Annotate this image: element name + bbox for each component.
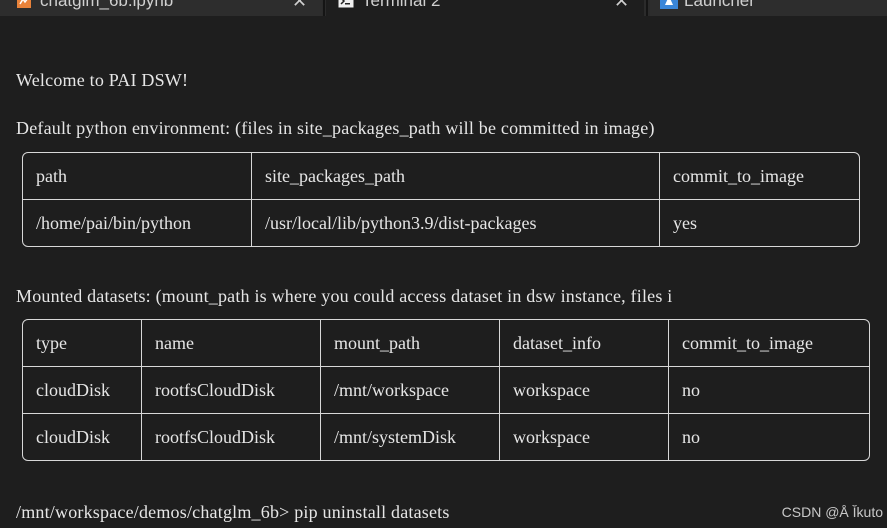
table-header-cell: site_packages_path	[252, 153, 660, 200]
terminal-icon	[338, 0, 354, 9]
table-cell: yes	[673, 212, 697, 233]
table-row: cloudDisk rootfsCloudDisk /mnt/systemDis…	[23, 414, 869, 460]
tab-terminal-2[interactable]: Terminal 2 ✕	[326, 0, 644, 16]
environment-table: path site_packages_path commit_to_image …	[22, 152, 860, 247]
command-line[interactable]: /mnt/workspace/demos/chatglm_6b> pip uni…	[16, 502, 450, 523]
tab-label: Terminal 2	[362, 0, 441, 10]
tab-label: chatglm_6b.ipynb	[40, 0, 174, 10]
welcome-message: Welcome to PAI DSW!	[16, 70, 189, 90]
table-cell: no	[669, 367, 869, 414]
datasets-table: type name mount_path dataset_info commit…	[22, 319, 870, 461]
notebook-icon	[16, 0, 32, 9]
table-cell: workspace	[500, 367, 669, 414]
table-cell: /mnt/systemDisk	[321, 414, 500, 460]
table-header-cell: path	[23, 153, 252, 200]
table-cell: /home/pai/bin/python	[23, 200, 252, 246]
table-header-cell: dataset_info	[500, 320, 669, 367]
table-header-cell: commit_to_image	[669, 320, 869, 367]
table-cell: /usr/local/lib/python3.9/dist-packages	[252, 200, 660, 246]
terminal-output[interactable]: Welcome to PAI DSW! Default python envir…	[4, 16, 887, 528]
table-cell: no	[682, 426, 700, 447]
close-icon[interactable]: ✕	[614, 0, 629, 12]
launcher-icon	[660, 0, 678, 9]
tab-launcher[interactable]: Launcher	[650, 0, 887, 16]
table-cell: workspace	[500, 414, 669, 460]
table-row: /home/pai/bin/python /usr/local/lib/pyth…	[23, 200, 859, 246]
tab-divider	[323, 0, 325, 16]
table-row: cloudDisk rootfsCloudDisk /mnt/workspace…	[23, 367, 869, 414]
shell-prompt: /mnt/workspace/demos/chatglm_6b>	[16, 502, 290, 522]
tab-chatglm-notebook[interactable]: chatglm_6b.ipynb ✕	[0, 0, 322, 16]
default-env-heading: Default python environment: (files in si…	[16, 118, 655, 138]
table-header-cell: name	[142, 320, 321, 367]
close-icon[interactable]: ✕	[292, 0, 307, 12]
table-cell: cloudDisk	[23, 414, 142, 460]
watermark: CSDN @Å Ĭkuto	[781, 504, 883, 520]
table-header-row: path site_packages_path commit_to_image	[23, 153, 859, 200]
table-cell: cloudDisk	[23, 367, 142, 414]
tab-label: Launcher	[684, 0, 755, 10]
tab-bar: chatglm_6b.ipynb ✕ Terminal 2 ✕ Launcher	[0, 0, 887, 16]
table-header-cell: commit_to_image	[660, 153, 859, 200]
table-header-cell: mount_path	[321, 320, 500, 367]
mounted-datasets-heading: Mounted datasets: (mount_path is where y…	[16, 286, 673, 306]
table-cell: rootfsCloudDisk	[142, 414, 321, 460]
table-cell: /mnt/workspace	[321, 367, 500, 414]
table-header-cell: type	[23, 320, 142, 367]
table-header-row: type name mount_path dataset_info commit…	[23, 320, 869, 367]
command-text: pip uninstall datasets	[289, 502, 450, 522]
table-cell: rootfsCloudDisk	[142, 367, 321, 414]
tab-divider	[646, 0, 648, 16]
